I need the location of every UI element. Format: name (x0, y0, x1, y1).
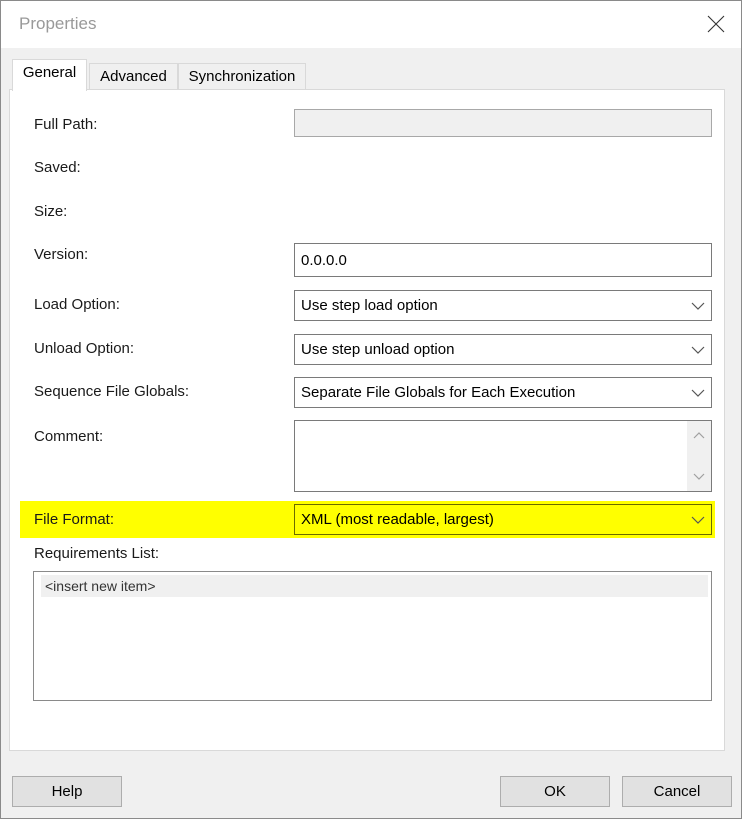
tab-synchronization[interactable]: Synchronization (178, 63, 306, 89)
requirements-list-label: Requirements List: (34, 545, 160, 562)
chevron-down-icon (691, 516, 705, 524)
ok-button[interactable]: OK (500, 776, 610, 807)
sequence-file-globals-label: Sequence File Globals: (34, 383, 190, 400)
close-button[interactable] (693, 2, 739, 46)
load-option-value: Use step load option (301, 297, 438, 314)
unload-option-select[interactable]: Use step unload option (294, 334, 712, 365)
file-format-select[interactable]: XML (most readable, largest) (294, 504, 712, 535)
requirements-list[interactable]: <insert new item> (33, 571, 712, 701)
properties-dialog: Properties General Advanced Synchronizat… (0, 0, 742, 819)
comment-label: Comment: (34, 428, 104, 445)
sequence-file-globals-select[interactable]: Separate File Globals for Each Execution (294, 377, 712, 408)
size-label: Size: (34, 203, 68, 220)
tab-advanced[interactable]: Advanced (89, 63, 178, 89)
unload-option-label: Unload Option: (34, 340, 135, 357)
chevron-down-icon (691, 346, 705, 354)
version-input[interactable]: 0.0.0.0 (294, 243, 712, 277)
list-item[interactable]: <insert new item> (41, 575, 708, 597)
title-bar: Properties (1, 1, 741, 48)
unload-option-value: Use step unload option (301, 341, 455, 358)
chevron-down-icon (691, 389, 705, 397)
version-label: Version: (34, 246, 89, 263)
load-option-label: Load Option: (34, 296, 120, 313)
load-option-select[interactable]: Use step load option (294, 290, 712, 321)
file-format-value: XML (most readable, largest) (301, 511, 494, 528)
file-format-label: File Format: (34, 511, 115, 528)
scroll-up-icon[interactable] (693, 431, 705, 439)
comment-textarea[interactable] (294, 420, 712, 492)
help-button[interactable]: Help (12, 776, 122, 807)
saved-label: Saved: (34, 159, 81, 176)
chevron-down-icon (691, 302, 705, 310)
sequence-file-globals-value: Separate File Globals for Each Execution (301, 384, 576, 401)
cancel-button[interactable]: Cancel (622, 776, 732, 807)
full-path-field (294, 109, 712, 137)
dialog-title: Properties (19, 14, 97, 33)
scroll-down-icon[interactable] (693, 473, 705, 481)
tab-general[interactable]: General (12, 59, 87, 91)
comment-scrollbar[interactable] (687, 421, 711, 491)
full-path-label: Full Path: (34, 116, 98, 133)
close-icon (707, 15, 725, 33)
